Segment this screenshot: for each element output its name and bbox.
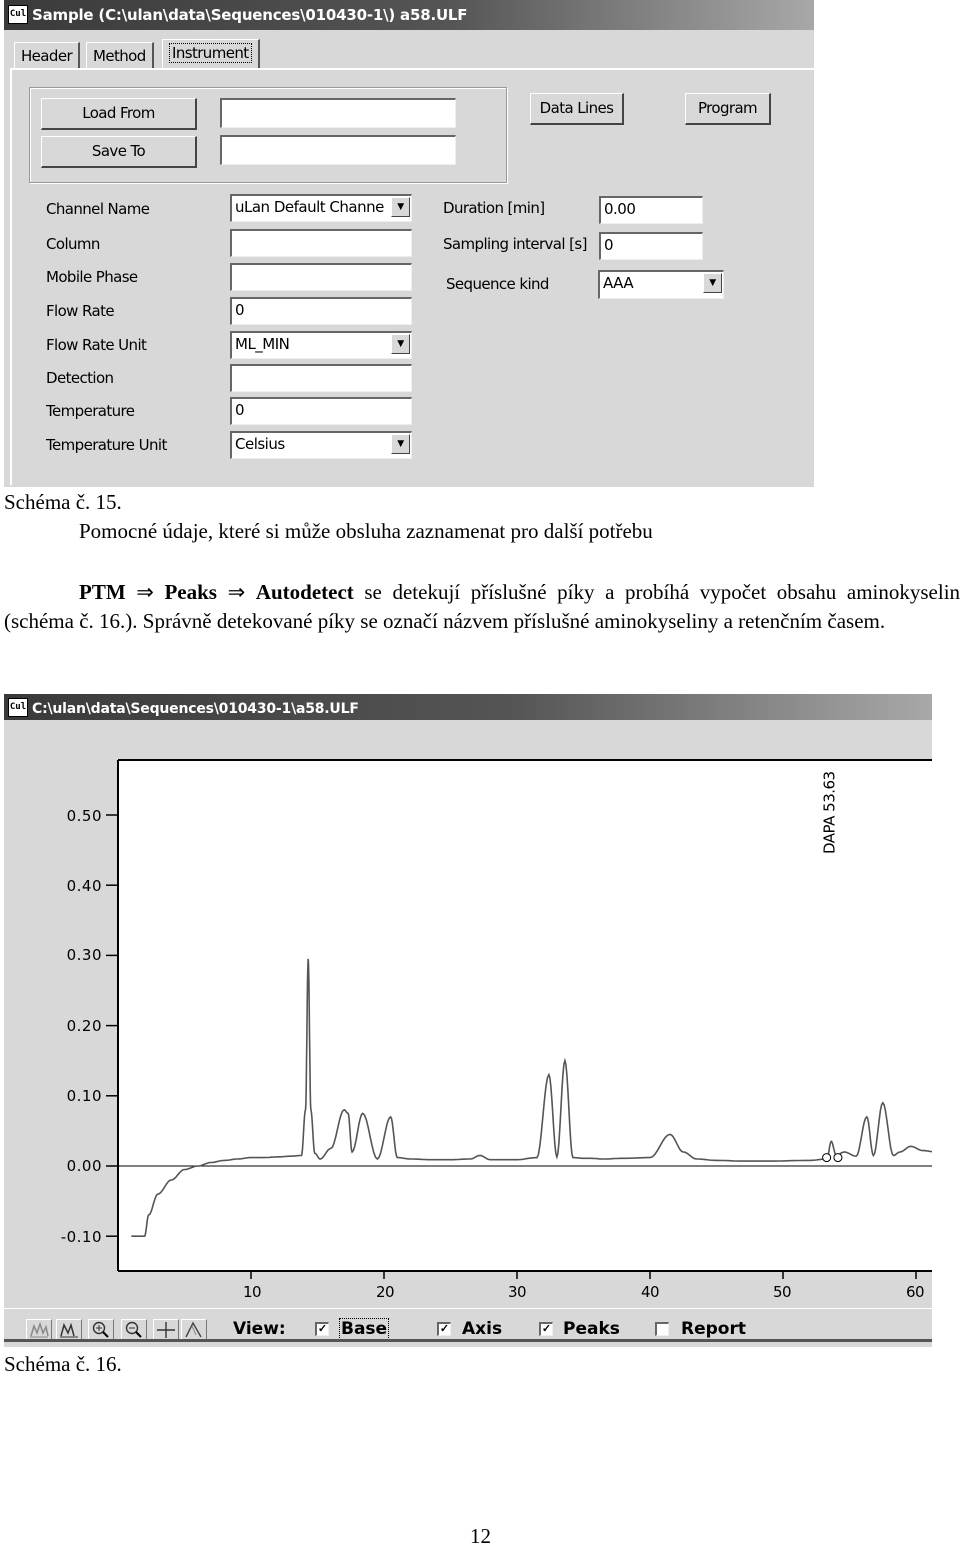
temperature-field[interactable]: 0 <box>230 397 412 425</box>
tab-header[interactable]: Header <box>14 42 81 69</box>
axis-checkbox[interactable]: ✓ <box>437 1322 451 1336</box>
ulan-app-icon: Cul <box>8 5 28 24</box>
tab-header-label: Header <box>21 47 73 65</box>
arrow-symbol: ⇒ <box>136 580 154 604</box>
sample-dialog-titlebar[interactable]: Cul Sample (C:\ulan\data\Sequences\01043… <box>4 0 814 30</box>
mobile-phase-label: Mobile Phase <box>46 268 138 286</box>
zoom-out-icon <box>125 1321 142 1338</box>
instruction-paragraph: PTM ⇒ Peaks ⇒ Autodetect se detekují pří… <box>4 578 960 636</box>
caption-schema-15: Schéma č. 15. <box>4 490 122 514</box>
peak-boundary-marker[interactable] <box>833 1153 843 1163</box>
temperature-unit-label: Temperature Unit <box>46 436 167 454</box>
peaks-scale-icon <box>60 1322 78 1338</box>
zoom-in-button[interactable] <box>88 1319 114 1341</box>
tab-instrument[interactable]: Instrument <box>162 39 260 70</box>
temperature-unit-select[interactable]: Celsius ▼ <box>230 431 412 459</box>
duration-label: Duration [min] <box>443 199 545 217</box>
axis-checkbox-label[interactable]: Axis <box>462 1319 502 1339</box>
report-checkbox[interactable] <box>655 1322 669 1336</box>
tab-method[interactable]: Method <box>86 42 154 69</box>
tab-method-label: Method <box>93 47 146 65</box>
chevron-down-icon[interactable]: ▼ <box>391 197 410 217</box>
base-checkbox[interactable]: ✓ <box>315 1322 329 1336</box>
column-label: Column <box>46 235 100 253</box>
toolbar-bottom-border <box>4 1339 932 1342</box>
report-checkbox-label[interactable]: Report <box>681 1319 746 1339</box>
crosshair-button[interactable] <box>153 1319 179 1341</box>
channel-name-value: uLan Default Channe <box>235 198 384 216</box>
baseline-icon <box>185 1321 202 1338</box>
chevron-down-icon[interactable]: ▼ <box>703 273 722 293</box>
chromatogram-chart[interactable]: DAPA 53.63 <box>4 694 932 1308</box>
program-button[interactable]: Program <box>685 93 771 125</box>
zoom-out-button[interactable] <box>121 1319 147 1341</box>
mobile-phase-field[interactable] <box>230 263 412 291</box>
plot-area <box>118 760 932 1271</box>
save-to-button[interactable]: Save To <box>41 136 197 168</box>
autoscale-button[interactable] <box>26 1319 52 1341</box>
channel-name-label: Channel Name <box>46 200 150 218</box>
load-from-field[interactable] <box>220 98 456 128</box>
load-from-button[interactable]: Load From <box>41 98 197 130</box>
menu-ptm: PTM <box>79 580 126 604</box>
peaks-checkbox-label[interactable]: Peaks <box>563 1319 620 1339</box>
peak-boundary-marker[interactable] <box>822 1153 832 1163</box>
caption-schema-16: Schéma č. 16. <box>4 1352 122 1376</box>
tab-instrument-label: Instrument <box>169 43 252 63</box>
autoscale-icon <box>30 1321 49 1338</box>
flow-rate-unit-value: ML_MIN <box>235 335 290 353</box>
peak-label: DAPA 53.63 <box>820 771 838 854</box>
note-schema-15: Pomocné údaje, které si může obsluha zaz… <box>79 519 653 543</box>
chevron-down-icon[interactable]: ▼ <box>391 434 410 454</box>
window-title: Sample (C:\ulan\data\Sequences\010430-1\… <box>32 6 468 24</box>
flow-rate-field[interactable]: 0 <box>230 297 412 325</box>
base-checkbox-label[interactable]: Base <box>338 1318 390 1340</box>
peaks-scale-button[interactable] <box>56 1319 82 1341</box>
sampling-interval-label: Sampling interval [s] <box>443 235 587 253</box>
chromatogram-window: Cul C:\ulan\data\Sequences\010430-1\a58.… <box>4 694 932 1347</box>
channel-name-select[interactable]: uLan Default Channe ▼ <box>230 194 412 222</box>
menu-autodetect: Autodetect <box>255 580 354 604</box>
flow-rate-unit-label: Flow Rate Unit <box>46 336 147 354</box>
flow-rate-label: Flow Rate <box>46 302 115 320</box>
sequence-kind-label: Sequence kind <box>446 275 549 293</box>
baseline-button[interactable] <box>181 1319 207 1341</box>
save-to-field[interactable] <box>220 135 456 165</box>
page-number: 12 <box>470 1524 491 1548</box>
data-lines-button[interactable]: Data Lines <box>530 93 624 125</box>
sequence-kind-select[interactable]: AAA ▼ <box>598 270 724 299</box>
detection-field[interactable] <box>230 364 412 392</box>
view-label: View: <box>233 1319 286 1339</box>
arrow-symbol: ⇒ <box>227 580 246 604</box>
sequence-kind-value: AAA <box>603 274 634 292</box>
temperature-label: Temperature <box>46 402 135 420</box>
detection-label: Detection <box>46 369 114 387</box>
flow-rate-unit-select[interactable]: ML_MIN ▼ <box>230 331 412 359</box>
temperature-unit-value: Celsius <box>235 435 285 453</box>
chevron-down-icon[interactable]: ▼ <box>391 334 410 354</box>
peaks-checkbox[interactable]: ✓ <box>539 1322 553 1336</box>
duration-field[interactable]: 0.00 <box>599 196 703 224</box>
menu-peaks: Peaks <box>164 580 217 604</box>
crosshair-icon <box>157 1322 175 1338</box>
sampling-interval-field[interactable]: 0 <box>599 232 703 260</box>
zoom-in-icon <box>92 1321 109 1338</box>
column-field[interactable] <box>230 229 412 257</box>
sample-dialog: Cul Sample (C:\ulan\data\Sequences\01043… <box>4 0 814 487</box>
